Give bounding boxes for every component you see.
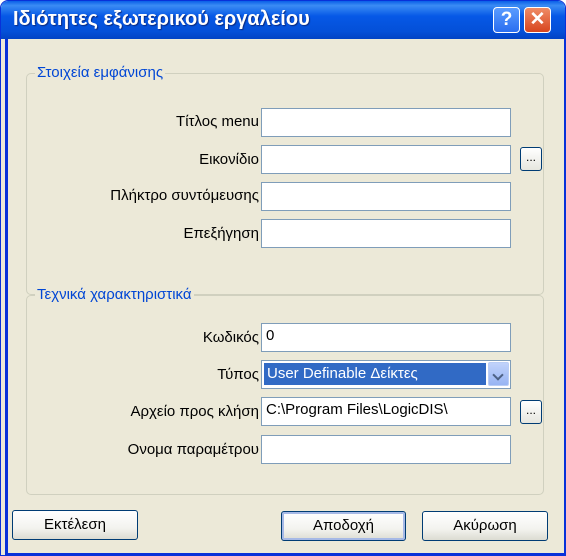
window-title: Ιδιότητες εξωτερικού εργαλείου: [13, 8, 310, 30]
code-input[interactable]: 0: [261, 323, 511, 352]
icon-label: Εικονίδιο: [199, 151, 259, 168]
menu-title-input[interactable]: [261, 108, 511, 137]
icon-browse-button[interactable]: ...: [520, 147, 542, 171]
icon-input[interactable]: [261, 145, 511, 174]
technical-group-title: Τεχνικά χαρακτηριστικά: [35, 286, 194, 303]
type-label: Τύπος: [217, 366, 259, 383]
ok-button[interactable]: Αποδοχή: [281, 511, 406, 541]
execute-button[interactable]: Εκτέλεση: [12, 510, 138, 540]
chevron-down-icon[interactable]: [488, 362, 509, 386]
parameter-name-label: Ονομα παραμέτρου: [127, 441, 259, 458]
title-bar[interactable]: Ιδιότητες εξωτερικού εργαλείου ? ✕: [1, 1, 565, 39]
tooltip-label: Επεξήγηση: [183, 225, 259, 242]
menu-title-label: Τίτλος menu: [176, 113, 259, 130]
display-group-title: Στοιχεία εμφάνισης: [35, 64, 166, 81]
dialog-content: Στοιχεία εμφάνισης Τίτλος menu Εικονίδιο…: [5, 39, 565, 555]
shortcut-key-label: Πλήκτρο συντόμευσης: [110, 187, 259, 204]
file-label: Αρχείο προς κλήση: [130, 403, 259, 420]
help-button[interactable]: ?: [493, 7, 520, 33]
cancel-button[interactable]: Ακύρωση: [422, 511, 548, 541]
code-label: Κωδικός: [202, 329, 259, 346]
type-select[interactable]: User Definable Δείκτες: [261, 360, 511, 389]
dialog-window: Ιδιότητες εξωτερικού εργαλείου ? ✕ Στοιχ…: [0, 0, 566, 556]
close-button[interactable]: ✕: [524, 7, 551, 33]
shortcut-key-input[interactable]: [261, 182, 511, 211]
parameter-name-input[interactable]: [261, 435, 511, 464]
file-browse-button[interactable]: ...: [520, 400, 542, 424]
file-input[interactable]: C:\Program Files\LogicDIS\: [261, 397, 511, 426]
type-select-value: User Definable Δείκτες: [264, 363, 486, 385]
tooltip-input[interactable]: [261, 219, 511, 248]
